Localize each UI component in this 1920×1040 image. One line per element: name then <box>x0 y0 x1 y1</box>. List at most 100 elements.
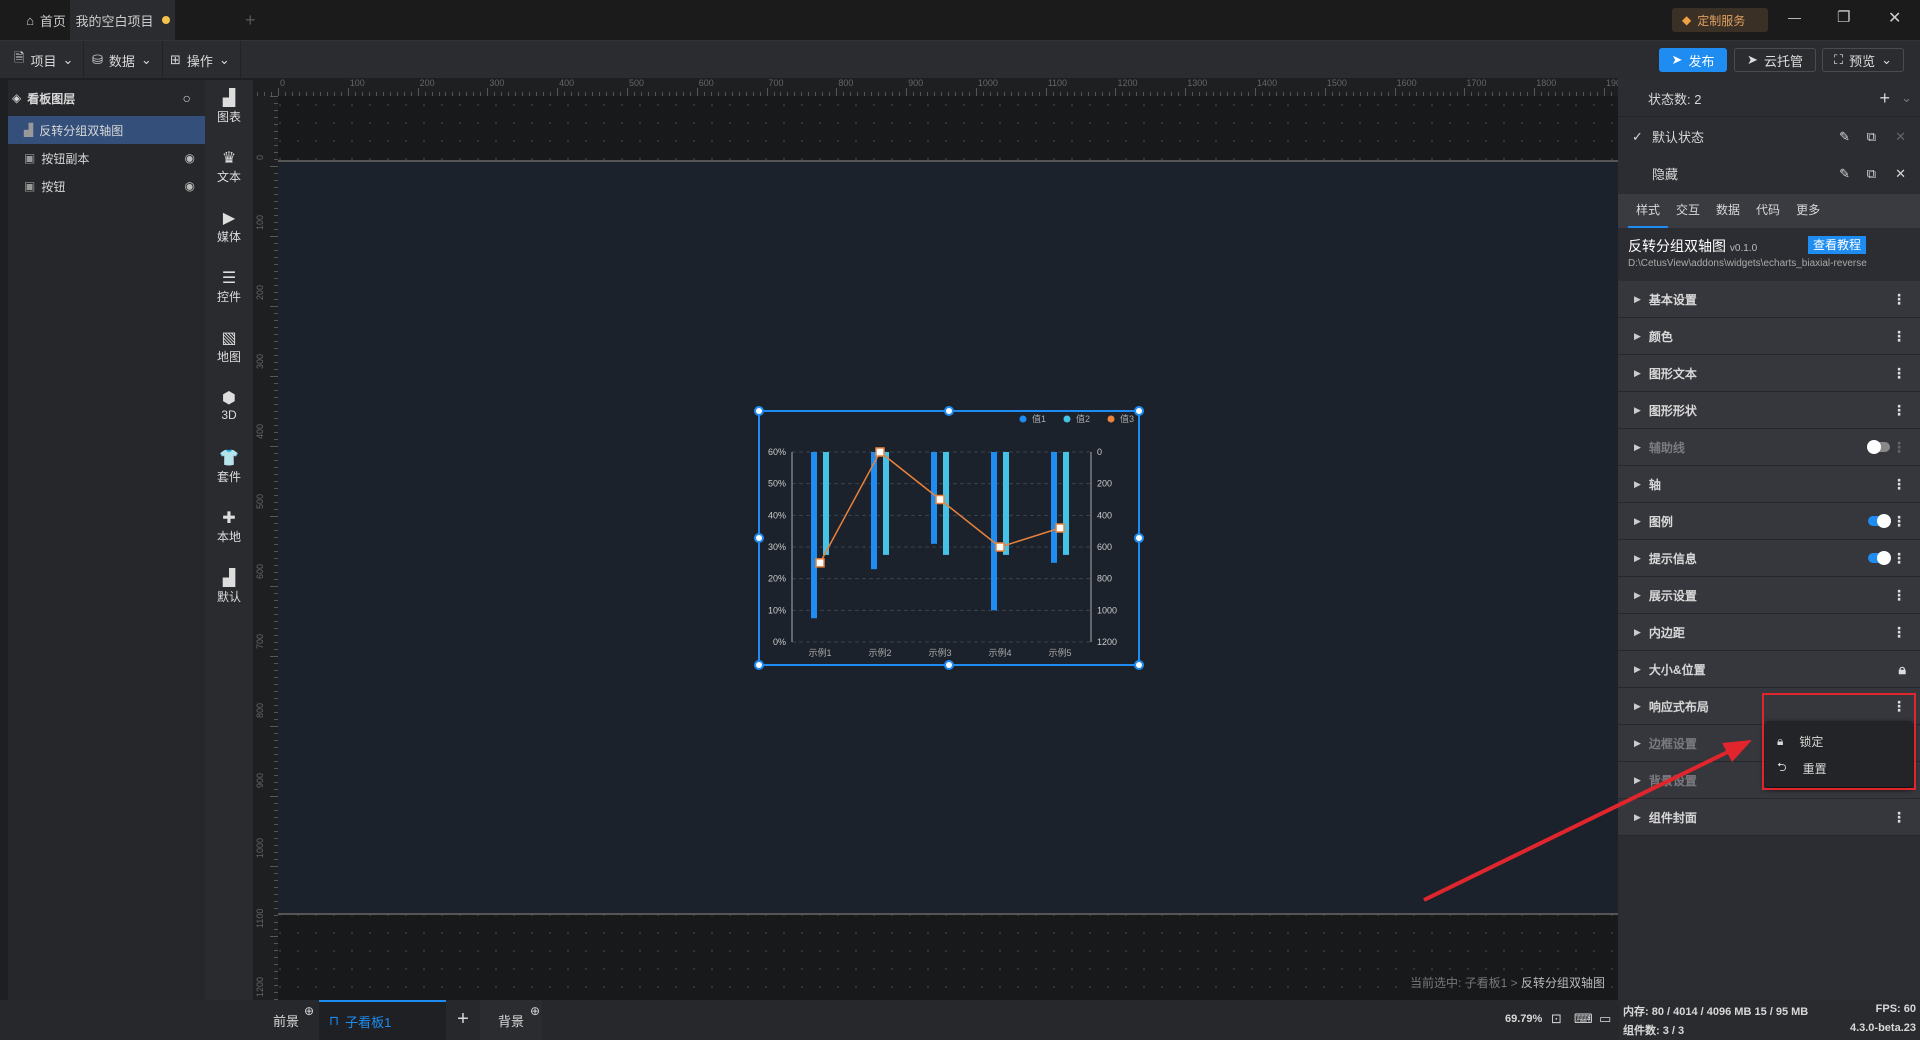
toggle-switch[interactable] <box>1868 551 1891 565</box>
app-version: 4.3.0-beta.23 <box>1849 1022 1916 1034</box>
chevron-down-icon[interactable]: ⌄ <box>1901 90 1912 106</box>
line-value3 <box>819 450 1061 564</box>
tab-background[interactable]: 背景 ⊕ <box>480 1000 542 1040</box>
tutorial-button[interactable]: 查看教程 <box>1808 236 1866 254</box>
section-label: 背景设置 <box>1648 773 1697 788</box>
caret-right-icon: ▶ <box>1634 293 1641 304</box>
edit-icon[interactable]: ✎ <box>1839 129 1850 145</box>
section-0[interactable]: ▶ 基本设置 ⋮ <box>1618 281 1920 318</box>
toggle-switch[interactable] <box>1868 514 1891 528</box>
more-icon[interactable]: ⋮ <box>1892 512 1906 530</box>
caret-right-icon: ▶ <box>1634 626 1641 637</box>
delete-icon[interactable]: ✕ <box>1895 166 1906 182</box>
add-state-button[interactable]: + <box>1879 88 1890 109</box>
section-8[interactable]: ▶ 展示设置 ⋮ <box>1618 577 1920 614</box>
state-item[interactable]: ✓ 默认状态 ✎ ⧉ ✕ <box>1618 118 1920 155</box>
section-14[interactable]: ▶ 组件封面 ⋮ <box>1618 799 1920 836</box>
resize-handle[interactable] <box>1134 660 1144 670</box>
y-right-tick: 1000 <box>1097 605 1117 615</box>
section-7[interactable]: ▶ 提示信息 ⋮ <box>1618 540 1920 577</box>
legend-label[interactable]: 值2 <box>1076 413 1090 424</box>
tab-foreground[interactable]: 前景 ⊕ <box>254 1000 318 1040</box>
bar-value2[interactable] <box>823 452 829 555</box>
bar-value2[interactable] <box>1003 452 1009 555</box>
lock-icon[interactable]: 🔒︎ <box>1899 660 1906 678</box>
tab-1[interactable]: 交互 <box>1668 194 1708 228</box>
console-icon[interactable]: ▭ <box>1599 1011 1611 1027</box>
tab-board[interactable]: ⊓ 子看板1 <box>319 1000 446 1040</box>
section-9[interactable]: ▶ 内边距 ⋮ <box>1618 614 1920 651</box>
system-info: 内存: 80 / 4014 / 4096 MB 15 / 95 MB FPS: … <box>1619 1000 1920 1040</box>
bar-value1[interactable] <box>991 452 997 611</box>
more-icon[interactable]: ⋮ <box>1892 808 1906 826</box>
section-label: 颜色 <box>1648 329 1673 344</box>
section-3[interactable]: ▶ 图形形状 ⋮ <box>1618 392 1920 429</box>
delete-icon[interactable]: ✕ <box>1895 129 1906 145</box>
section-4[interactable]: ▶ 辅助线 ⋮ <box>1618 429 1920 466</box>
keyboard-icon[interactable]: ⌨ <box>1574 1011 1593 1027</box>
y-left-tick: 50% <box>768 479 786 489</box>
more-icon[interactable]: ⋮ <box>1892 623 1906 641</box>
more-icon[interactable]: ⋮ <box>1892 401 1906 419</box>
more-icon[interactable]: ⋮ <box>1892 475 1906 493</box>
legend-label[interactable]: 值1 <box>1032 413 1046 424</box>
resize-handle[interactable] <box>754 660 764 670</box>
section-10[interactable]: ▶ 大小&位置 🔒︎ <box>1618 651 1920 688</box>
legend-label[interactable]: 值3 <box>1120 413 1134 424</box>
tab-board-label: 子看板1 <box>345 1014 392 1030</box>
copy-icon[interactable]: ⧉ <box>1867 129 1876 145</box>
section-5[interactable]: ▶ 轴 ⋮ <box>1618 466 1920 503</box>
bar-value1[interactable] <box>871 452 877 570</box>
caret-right-icon: ▶ <box>1634 441 1641 452</box>
more-icon[interactable]: ⋮ <box>1892 290 1906 308</box>
line-point[interactable] <box>995 542 1005 552</box>
more-icon[interactable]: ⋮ <box>1892 327 1906 345</box>
add-circle-icon[interactable]: ⊕ <box>304 1004 314 1018</box>
x-tick: 示例2 <box>868 647 891 658</box>
y-right-tick: 0 <box>1097 447 1102 457</box>
section-6[interactable]: ▶ 图例 ⋮ <box>1618 503 1920 540</box>
section-2[interactable]: ▶ 图形文本 ⋮ <box>1618 355 1920 392</box>
resize-handle[interactable] <box>754 533 764 543</box>
tab-4[interactable]: 更多 <box>1788 194 1828 228</box>
section-1[interactable]: ▶ 颜色 ⋮ <box>1618 318 1920 355</box>
toggle-switch[interactable] <box>1867 440 1890 454</box>
more-icon[interactable]: ⋮ <box>1892 549 1906 567</box>
copy-icon[interactable]: ⧉ <box>1867 166 1876 182</box>
more-icon[interactable]: ⋮ <box>1892 586 1906 604</box>
state-label: 隐藏 <box>1652 167 1679 182</box>
caret-right-icon: ▶ <box>1634 515 1641 526</box>
line-point[interactable] <box>815 558 825 568</box>
bar-value2[interactable] <box>1063 452 1069 555</box>
state-count-row: 状态数: 2 + ⌄ <box>1618 80 1920 117</box>
resize-handle[interactable] <box>944 406 954 416</box>
properties-panel: 状态数: 2 + ⌄ ✓ 默认状态 ✎ ⧉ ✕ 隐藏 ✎ ⧉ ✕ 样式 交互 数据 代码 更多 反转分组双… <box>1618 78 1920 1000</box>
line-point[interactable] <box>935 494 945 505</box>
caret-right-icon: ▶ <box>1634 404 1641 415</box>
edit-icon[interactable]: ✎ <box>1839 166 1850 182</box>
resize-handle[interactable] <box>1134 406 1144 416</box>
resize-handle[interactable] <box>944 660 954 670</box>
line-point[interactable] <box>1055 523 1065 533</box>
more-icon[interactable]: ⋮ <box>1892 364 1906 382</box>
tab-3[interactable]: 代码 <box>1748 194 1788 228</box>
resize-handle[interactable] <box>1134 533 1144 543</box>
status-bar: 前景 ⊕ ⊓ 子看板1 + 背景 ⊕ 69.79% ⊡ ⌨ ▭ 内存: 80 / 40… <box>0 1000 1920 1040</box>
resize-handle[interactable] <box>754 406 764 416</box>
component-count: 组件数: 3 / 3 <box>1623 1025 1685 1037</box>
caret-right-icon: ▶ <box>1634 367 1641 378</box>
add-circle-icon[interactable]: ⊕ <box>530 1004 540 1018</box>
state-item[interactable]: 隐藏 ✎ ⧉ ✕ <box>1618 155 1920 192</box>
zoom-level[interactable]: 69.79% <box>1505 1013 1542 1025</box>
add-board-button[interactable]: + <box>448 1008 478 1031</box>
bar-value2[interactable] <box>883 452 889 555</box>
line-point[interactable] <box>875 447 885 457</box>
tab-2[interactable]: 数据 <box>1708 194 1748 228</box>
tab-0[interactable]: 样式 <box>1628 194 1669 228</box>
more-icon[interactable]: ⋮ <box>1892 438 1906 456</box>
bar-value1[interactable] <box>811 452 817 619</box>
fps: FPS: 60 <box>1875 1003 1916 1015</box>
caret-right-icon: ▶ <box>1634 589 1641 600</box>
bar-value1[interactable] <box>1051 452 1057 563</box>
fit-screen-icon[interactable]: ⊡ <box>1551 1011 1562 1027</box>
